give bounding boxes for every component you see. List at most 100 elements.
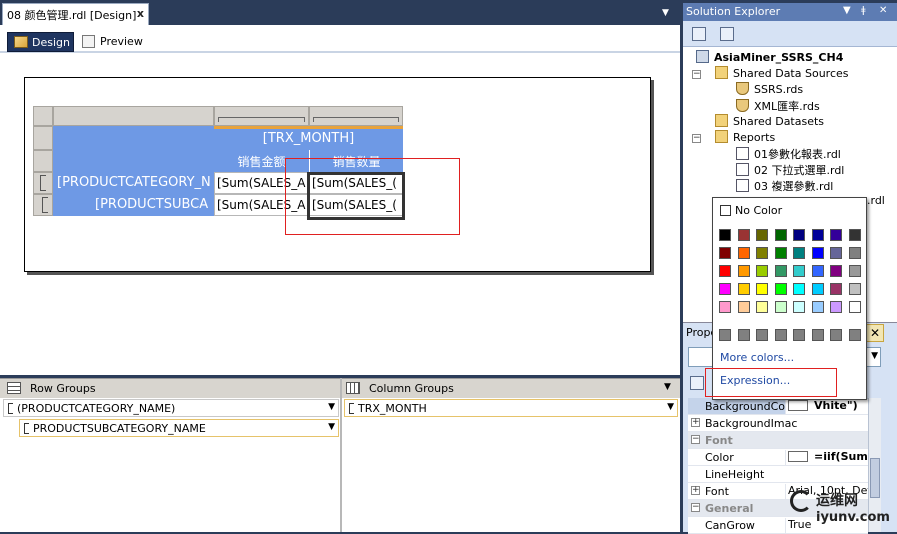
color-swatch[interactable] — [756, 265, 768, 277]
column-handle[interactable] — [309, 106, 403, 126]
color-swatch[interactable] — [719, 229, 731, 241]
tablix-corner-cell[interactable] — [53, 126, 214, 150]
color-swatch[interactable] — [719, 329, 731, 341]
color-swatch[interactable] — [774, 229, 787, 241]
color-swatch[interactable] — [830, 283, 842, 295]
color-swatch[interactable] — [719, 247, 731, 259]
color-swatch[interactable] — [848, 247, 861, 259]
color-swatch[interactable] — [756, 329, 768, 341]
color-swatch[interactable] — [737, 283, 750, 295]
color-swatch[interactable] — [830, 301, 842, 313]
color-swatch[interactable] — [793, 283, 805, 295]
color-swatch[interactable] — [848, 301, 861, 313]
color-swatch[interactable] — [719, 265, 731, 277]
categorized-icon[interactable] — [690, 376, 704, 390]
collapse-icon[interactable]: − — [691, 503, 700, 512]
column-handle[interactable] — [53, 106, 214, 126]
property-category-font[interactable]: − Font — [688, 432, 868, 449]
color-swatch[interactable] — [737, 247, 750, 259]
window-position-icon[interactable]: ▼ — [843, 5, 851, 16]
show-all-files-icon[interactable] — [720, 27, 734, 41]
grouping-pane-divider[interactable] — [340, 378, 342, 532]
property-row-backgroundimage[interactable]: + BackgroundImac — [688, 415, 868, 432]
color-swatch[interactable] — [756, 229, 768, 241]
color-swatch[interactable] — [848, 265, 861, 277]
color-swatch[interactable] — [774, 301, 787, 313]
collapse-icon[interactable]: − — [691, 435, 700, 444]
collapse-icon[interactable]: − — [692, 70, 701, 79]
color-swatch[interactable] — [811, 265, 824, 277]
color-swatch[interactable] — [830, 329, 842, 341]
tree-reports-folder[interactable]: Reports — [715, 130, 775, 146]
tree-project-node[interactable]: AsiaMiner_SSRS_CH4 — [696, 50, 843, 66]
row-handle[interactable] — [33, 150, 53, 172]
row-handle[interactable] — [33, 172, 53, 194]
color-swatch[interactable] — [793, 301, 805, 313]
tablix-corner-cell[interactable] — [53, 150, 214, 172]
property-value[interactable]: Vhite") — [785, 399, 868, 414]
color-swatch[interactable] — [737, 265, 750, 277]
property-row-backgroundcolor[interactable]: BackgroundColo Vhite") — [688, 398, 868, 415]
color-swatch[interactable] — [756, 301, 768, 313]
no-color-option[interactable]: No Color — [720, 204, 782, 217]
color-swatch[interactable] — [848, 283, 861, 295]
tree-datasource-item[interactable]: XML匯率.rds — [736, 98, 820, 114]
property-row-color[interactable]: Color =iif(Sum( — [688, 449, 868, 466]
row-handle[interactable] — [33, 194, 53, 216]
tree-shared-data-sources[interactable]: Shared Data Sources — [715, 66, 849, 82]
chevron-down-icon[interactable]: ▼ — [667, 402, 674, 412]
color-swatch[interactable] — [811, 329, 824, 341]
color-swatch[interactable] — [774, 247, 787, 259]
grouping-dropdown-icon[interactable]: ▼ — [664, 382, 671, 392]
row-group-category[interactable]: (PRODUCTCATEGORY_NAME) ▼ — [3, 399, 339, 417]
properties-close-button[interactable]: ✕ — [866, 324, 884, 342]
expand-icon[interactable]: + — [691, 486, 700, 495]
no-color-checkbox[interactable] — [720, 205, 731, 216]
chevron-down-icon[interactable]: ▼ — [328, 402, 335, 412]
tree-report-item[interactable]: 03 複選參數.rdl — [736, 178, 833, 194]
close-tab-icon[interactable]: x — [137, 7, 144, 20]
color-swatch[interactable] — [830, 247, 842, 259]
color-swatch[interactable] — [737, 301, 750, 313]
design-tab[interactable]: Design — [7, 32, 74, 52]
column-group-month[interactable]: TRX_MONTH ▼ — [344, 399, 678, 417]
color-swatch[interactable] — [719, 301, 731, 313]
color-swatch[interactable] — [848, 229, 861, 241]
property-value[interactable]: =iif(Sum( — [785, 450, 868, 465]
row-handle[interactable] — [33, 126, 53, 150]
properties-icon[interactable] — [692, 27, 706, 41]
pin-icon[interactable]: ǂ — [861, 5, 866, 16]
color-swatch[interactable] — [774, 283, 787, 295]
subcategory-group-cell[interactable]: [PRODUCTSUBCA — [53, 194, 214, 216]
color-swatch[interactable] — [830, 229, 842, 241]
tree-report-item-partial[interactable]: .rdl — [867, 194, 885, 210]
tablix-corner-handle[interactable] — [33, 106, 53, 126]
color-swatch[interactable] — [830, 265, 842, 277]
tab-list-dropdown-icon[interactable]: ▼ — [662, 8, 669, 18]
color-swatch[interactable] — [774, 265, 787, 277]
tree-shared-datasets[interactable]: Shared Datasets — [715, 114, 824, 130]
color-swatch[interactable] — [793, 265, 805, 277]
column-group-header-cell[interactable]: [TRX_MONTH] — [214, 126, 403, 150]
chevron-down-icon[interactable]: ▼ — [871, 351, 878, 361]
column-handle[interactable] — [214, 106, 309, 126]
chevron-down-icon[interactable]: ▼ — [328, 422, 335, 432]
tree-report-item[interactable]: 02 下拉式選單.rdl — [736, 162, 844, 178]
collapse-icon[interactable]: − — [692, 134, 701, 143]
preview-tab[interactable]: Preview — [80, 32, 145, 52]
color-swatch[interactable] — [793, 247, 805, 259]
color-swatch[interactable] — [811, 283, 824, 295]
color-swatch[interactable] — [756, 247, 768, 259]
row-group-subcategory[interactable]: PRODUCTSUBCATEGORY_NAME ▼ — [19, 419, 339, 437]
color-swatch[interactable] — [793, 229, 805, 241]
color-swatch[interactable] — [793, 329, 805, 341]
property-row-lineheight[interactable]: LineHeight — [688, 466, 868, 483]
color-swatch[interactable] — [848, 329, 861, 341]
expand-icon[interactable]: + — [691, 418, 700, 427]
tree-datasource-item[interactable]: SSRS.rds — [736, 82, 803, 98]
category-group-cell[interactable]: [PRODUCTCATEGORY_N — [53, 172, 214, 194]
color-swatch[interactable] — [774, 329, 787, 341]
color-swatch[interactable] — [737, 329, 750, 341]
color-swatch[interactable] — [719, 283, 731, 295]
close-icon[interactable]: ✕ — [879, 5, 887, 16]
